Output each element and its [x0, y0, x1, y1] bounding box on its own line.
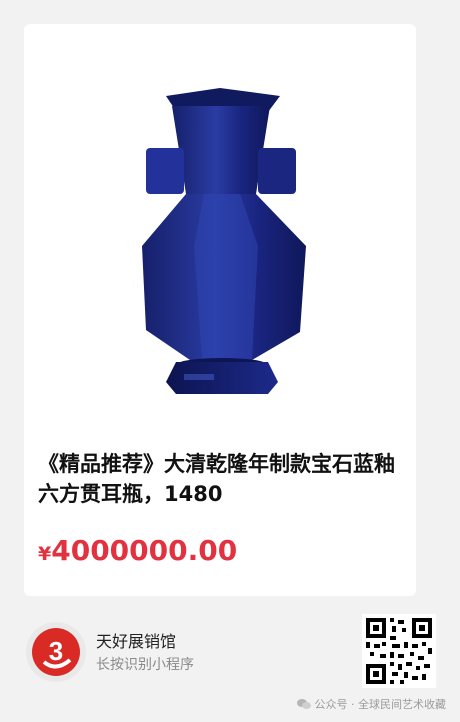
qr-code-icon[interactable] [362, 614, 436, 688]
watermark: 公众号 · 全球民间艺术收藏 [296, 696, 447, 712]
vase-image [142, 88, 306, 394]
currency-symbol: ¥ [38, 543, 52, 565]
watermark-text: 公众号 · 全球民间艺术收藏 [314, 698, 447, 711]
logo-text: 3 [49, 636, 63, 666]
product-image[interactable] [44, 24, 396, 428]
product-price: ¥4000000.00 [38, 534, 237, 567]
app-hint: 长按识别小程序 [96, 657, 194, 673]
product-title[interactable]: 《精品推荐》大清乾隆年制款宝石蓝釉六方贯耳瓶，1480 [38, 449, 404, 509]
app-name[interactable]: 天好展销馆 [96, 628, 176, 652]
app-logo-icon[interactable]: 3 [24, 620, 88, 684]
product-card[interactable]: 《精品推荐》大清乾隆年制款宝石蓝釉六方贯耳瓶，1480 ¥4000000.00 [24, 24, 416, 596]
wechat-icon [296, 699, 311, 709]
mini-program-footer[interactable]: 3 天好展销馆 长按识别小程序 公众号 · 全球民间艺术收藏 [0, 600, 460, 722]
price-value: 4000000.00 [51, 534, 238, 567]
